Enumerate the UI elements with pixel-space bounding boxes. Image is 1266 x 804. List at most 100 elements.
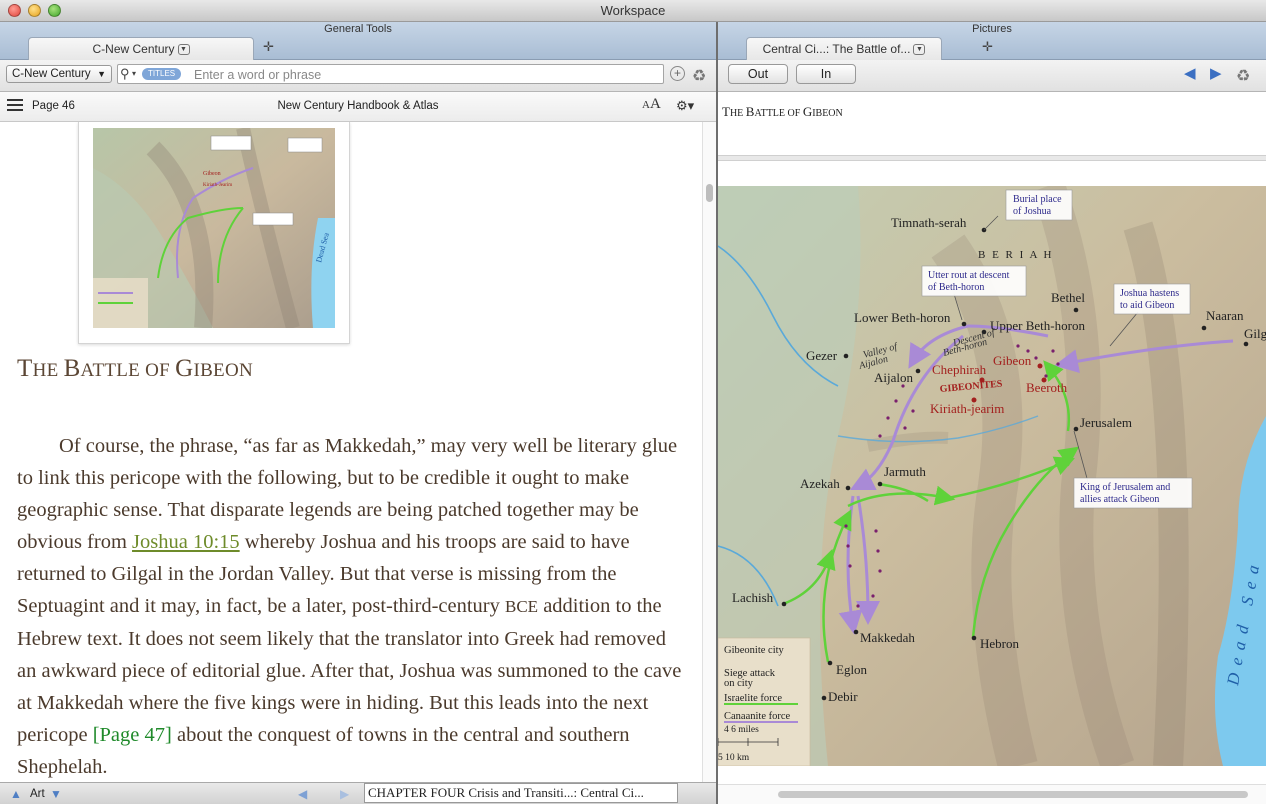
legend-siege-line2: on city (724, 678, 754, 689)
titles-scope-pill[interactable]: TITLES (142, 68, 182, 80)
library-select-value: C-New Century (12, 68, 91, 80)
chevron-down-icon: ▼ (97, 69, 106, 79)
book-title: New Century Handbook & Atlas (277, 100, 439, 112)
library-select[interactable]: C-New Century ▼ (6, 65, 112, 83)
map-thumbnail-frame[interactable]: Gibeon Kiriath-Jearim Dead Sea (78, 122, 350, 344)
recycle-icon[interactable]: ♻ (1236, 66, 1250, 86)
section-heading: THE BATTLE OF GIBEON (17, 355, 253, 382)
legend-israelite: Israelite force (724, 693, 782, 704)
callout-hastens-line1: Joshua hastens (1120, 288, 1179, 299)
tab-dropdown-icon[interactable]: ▼ (913, 44, 926, 56)
label-beeroth: Beeroth (1026, 380, 1068, 395)
scrollbar-thumb[interactable] (706, 184, 713, 202)
minimize-window-button[interactable] (28, 4, 41, 17)
legend-gibeonite-city: Gibeonite city (724, 645, 785, 656)
right-panel-header: Pictures Central Ci...: The Battle of...… (718, 22, 1266, 60)
search-input[interactable] (194, 66, 654, 83)
tab-battle-of-gibeon[interactable]: Central Ci...: The Battle of... ▼ (746, 37, 942, 60)
legend-miles: 4 6 miles (724, 725, 759, 735)
close-window-button[interactable] (8, 4, 21, 17)
callout-king-line1: King of Jerusalem and (1080, 482, 1170, 493)
picture-viewer: Timnath-serah B E R I A H Bethel Naaran … (718, 186, 1266, 766)
tab-dropdown-icon[interactable]: ▼ (177, 44, 190, 56)
search-icon[interactable]: ⚲ (120, 65, 130, 83)
label-naaran: Naaran (1206, 308, 1244, 323)
right-panel-title: Pictures (972, 23, 1012, 35)
pictures-panel: Pictures Central Ci...: The Battle of...… (718, 22, 1266, 804)
reader-bar: Page 46 New Century Handbook & Atlas AA … (0, 92, 716, 122)
window-title: Workspace (600, 3, 666, 18)
thumb-label-kiriath: Kiriath-Jearim (203, 183, 232, 188)
label-upper-beth-horon: Upper Beth-horon (990, 318, 1085, 333)
label-debir: Debir (828, 689, 858, 704)
picture-caption: THE BATTLE OF GIBEON (722, 104, 843, 119)
callout-burial-line2: of Joshua (1013, 206, 1052, 217)
triangle-up-icon[interactable]: ▲ (10, 787, 22, 801)
location-field[interactable]: CHAPTER FOUR Crisis and Transiti...: Cen… (364, 783, 678, 803)
legend-km: 5 10 km (718, 753, 750, 763)
label-chephirah: Chephirah (932, 362, 987, 377)
scrollbar-thumb[interactable] (778, 791, 1248, 798)
label-azekah: Azekah (800, 476, 840, 491)
picture-caption-area: THE BATTLE OF GIBEON (718, 92, 1266, 156)
label-beriah: B E R I A H (978, 249, 1053, 261)
book-content: Gibeon Kiriath-Jearim Dead Sea THE BATTL… (0, 122, 702, 782)
scripture-link-joshua-10-15[interactable]: Joshua 10:15 (132, 531, 240, 553)
zoom-out-button[interactable]: Out (728, 64, 788, 84)
label-hebron: Hebron (980, 636, 1019, 651)
map-legend: Gibeonite city Siege attack on city Isra… (718, 637, 811, 766)
legend-canaanite: Canaanite force (724, 711, 791, 722)
label-lower-beth-horon: Lower Beth-horon (854, 310, 951, 325)
callout-rout-line1: Utter rout at descent (928, 270, 1010, 281)
next-arrow-icon[interactable]: ▶ (340, 787, 349, 801)
thumb-label-gibeon: Gibeon (203, 171, 221, 177)
search-options-dropdown-icon[interactable]: ▾ (132, 65, 136, 83)
page-47-link[interactable]: [Page 47] (93, 724, 172, 746)
add-tab-icon[interactable]: ✛ (982, 39, 993, 55)
left-toolbar: C-New Century ▼ ⚲ ▾ TITLES + ♻ (0, 60, 716, 92)
left-panel-title: General Tools (324, 23, 392, 35)
callout-rout-line2: of Beth-horon (928, 282, 984, 293)
battle-of-gibeon-map[interactable]: Timnath-serah B E R I A H Bethel Naaran … (718, 186, 1266, 766)
horizontal-scrollbar[interactable] (718, 784, 1266, 804)
callout-hastens-line2: to aid Gibeon (1120, 300, 1174, 311)
right-toolbar: Out In ◀ ▶ ♻ (718, 60, 1266, 92)
previous-arrow-icon[interactable]: ◀ (298, 787, 307, 801)
label-lachish: Lachish (732, 590, 774, 605)
add-circle-icon[interactable]: + (670, 66, 685, 81)
forward-arrow-icon[interactable]: ▶ (1210, 64, 1222, 82)
zoom-window-button[interactable] (48, 4, 61, 17)
label-jarmuth: Jarmuth (884, 464, 926, 479)
callout-burial-line1: Burial place (1013, 194, 1062, 205)
font-size-icon[interactable]: AA (642, 96, 661, 113)
label-aijalon: Aijalon (874, 370, 913, 385)
label-makkedah: Makkedah (860, 630, 915, 645)
zoom-in-button[interactable]: In (796, 64, 856, 84)
art-label: Art (30, 788, 45, 800)
label-jerusalem: Jerusalem (1080, 415, 1132, 430)
label-gibeon: Gibeon (993, 353, 1032, 368)
tab-label: C-New Century (92, 42, 175, 56)
triangle-down-icon[interactable]: ▼ (50, 787, 62, 801)
callout-king-line2: allies attack Gibeon (1080, 494, 1159, 505)
label-eglon: Eglon (836, 662, 868, 677)
add-tab-icon[interactable]: ✛ (263, 39, 274, 55)
left-panel-header: General Tools C-New Century ▼ ✛ (0, 22, 716, 60)
gear-icon[interactable]: ⚙▾ (676, 98, 694, 114)
caption-splitter[interactable] (718, 156, 1266, 161)
workspace-window: Workspace General Tools C-New Century ▼ ✛… (0, 0, 1266, 804)
tab-c-new-century[interactable]: C-New Century ▼ (28, 37, 254, 60)
body-paragraph: Of course, the phrase, “as far as Makked… (17, 435, 682, 778)
left-status-bar: ▲ Art ▼ ◀ ▶ CHAPTER FOUR Crisis and Tran… (0, 782, 716, 804)
label-timnath-serah: Timnath-serah (891, 215, 967, 230)
tab-label: Central Ci...: The Battle of... (762, 42, 911, 56)
label-gilgal: Gilga (1244, 326, 1266, 341)
recycle-icon[interactable]: ♻ (692, 66, 706, 86)
label-bethel: Bethel (1051, 290, 1085, 305)
vertical-scrollbar[interactable] (702, 122, 716, 782)
map-thumbnail[interactable]: Gibeon Kiriath-Jearim Dead Sea (93, 128, 335, 328)
back-arrow-icon[interactable]: ◀ (1184, 64, 1196, 82)
label-gezer: Gezer (806, 348, 838, 363)
search-box: ⚲ ▾ TITLES (117, 64, 664, 84)
label-kiriath-jearim: Kiriath-jearim (930, 401, 1004, 416)
